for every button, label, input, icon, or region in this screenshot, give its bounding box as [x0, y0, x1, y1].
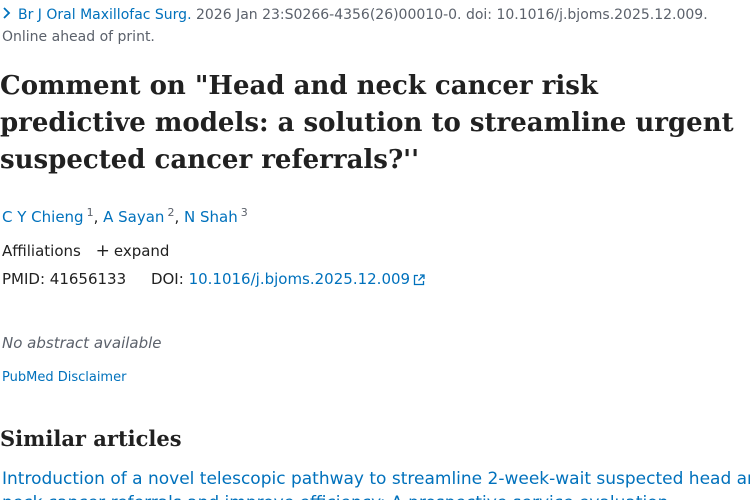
- author-link[interactable]: C Y Chieng: [2, 208, 84, 226]
- author-link[interactable]: N Shah: [184, 208, 238, 226]
- affiliations-row: Affiliations + expand: [2, 240, 169, 262]
- identifiers-row: PMID: 41656133 DOI: 10.1016/j.bjoms.2025…: [2, 268, 425, 292]
- doi-value: 10.1016/j.bjoms.2025.12.009: [188, 270, 411, 288]
- chevron-right-icon: [2, 4, 18, 26]
- plus-icon: +: [95, 241, 110, 261]
- doi-label: DOI:: [150, 270, 184, 288]
- citation-line: Br J Oral Maxillofac Surg. 2026 Jan 23:S…: [2, 4, 750, 26]
- pubmed-disclaimer-link[interactable]: PubMed Disclaimer: [2, 369, 126, 387]
- author-list: C Y Chieng 1, A Sayan 2, N Shah 3: [2, 206, 248, 226]
- pmid-label: PMID:: [2, 270, 46, 288]
- citation-status: Online ahead of print.: [2, 29, 155, 45]
- similar-article-link-continued[interactable]: neck cancer referrals and improve effici…: [2, 491, 750, 500]
- author-link[interactable]: A Sayan: [103, 208, 164, 226]
- pmid-value: 41656133: [49, 270, 127, 288]
- affiliation-number[interactable]: 3: [241, 206, 248, 219]
- no-abstract-text: No abstract available: [2, 334, 162, 352]
- affiliation-number[interactable]: 2: [167, 206, 174, 219]
- expand-affiliations-button[interactable]: + expand: [95, 241, 170, 261]
- expand-label: expand: [113, 242, 170, 260]
- similar-article-link[interactable]: Introduction of a novel telescopic pathw…: [2, 467, 750, 491]
- citation-details: 2026 Jan 23:S0266-4356(26)00010-0. doi: …: [195, 7, 708, 23]
- doi-link[interactable]: 10.1016/j.bjoms.2025.12.009: [189, 270, 426, 288]
- external-link-icon: [413, 270, 425, 292]
- citation-block: Br J Oral Maxillofac Surg. 2026 Jan 23:S…: [2, 4, 750, 48]
- affiliations-label: Affiliations: [2, 242, 81, 260]
- affiliation-number[interactable]: 1: [87, 206, 94, 219]
- article-title: Comment on "Head and neck cancer risk pr…: [0, 71, 734, 175]
- similar-articles-heading: Similar articles: [0, 426, 182, 451]
- journal-link[interactable]: Br J Oral Maxillofac Surg.: [18, 7, 192, 23]
